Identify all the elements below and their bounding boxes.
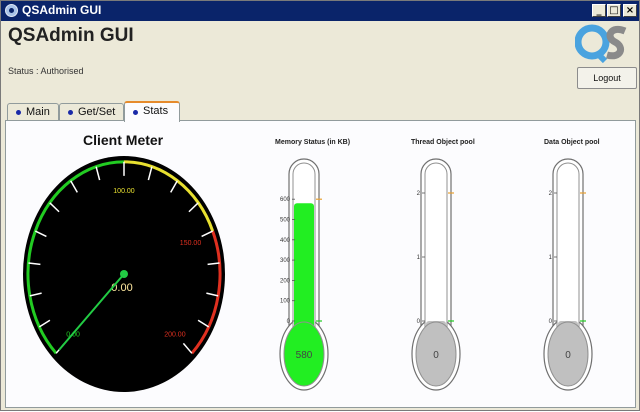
thermometer-tick-label: 200	[280, 278, 291, 284]
thermometer-tick-label: 0	[417, 319, 421, 325]
thermometer-tick-label: 500	[280, 218, 291, 224]
thermometer-tick-label: 2	[549, 191, 553, 197]
thermometer-value: 0	[433, 350, 439, 361]
thermometer-value: 580	[296, 350, 313, 361]
thermometer-tick-label: 2	[417, 191, 421, 197]
thermometer-tick-label: 400	[280, 238, 291, 244]
thermometer-tick-label: 100	[280, 299, 291, 305]
tab-dot-icon	[133, 110, 138, 115]
thermometer-tick-label: 600	[280, 197, 291, 203]
app-window: QSAdmin GUI _ □ × QSAdmin GUI Status : A…	[0, 0, 640, 411]
tab-label: Stats	[143, 105, 169, 117]
thermometer-tick-label: 300	[280, 258, 291, 264]
thermometer-tick-label: 1	[549, 255, 553, 261]
thermometer-value: 0	[565, 350, 571, 361]
thermometers: 580010020030040050060000120012	[279, 158, 593, 391]
thermometer-tick-label: 1	[417, 255, 421, 261]
thermometer-tick-label: 0	[549, 319, 553, 325]
tab-stats[interactable]: Stats	[124, 101, 180, 122]
